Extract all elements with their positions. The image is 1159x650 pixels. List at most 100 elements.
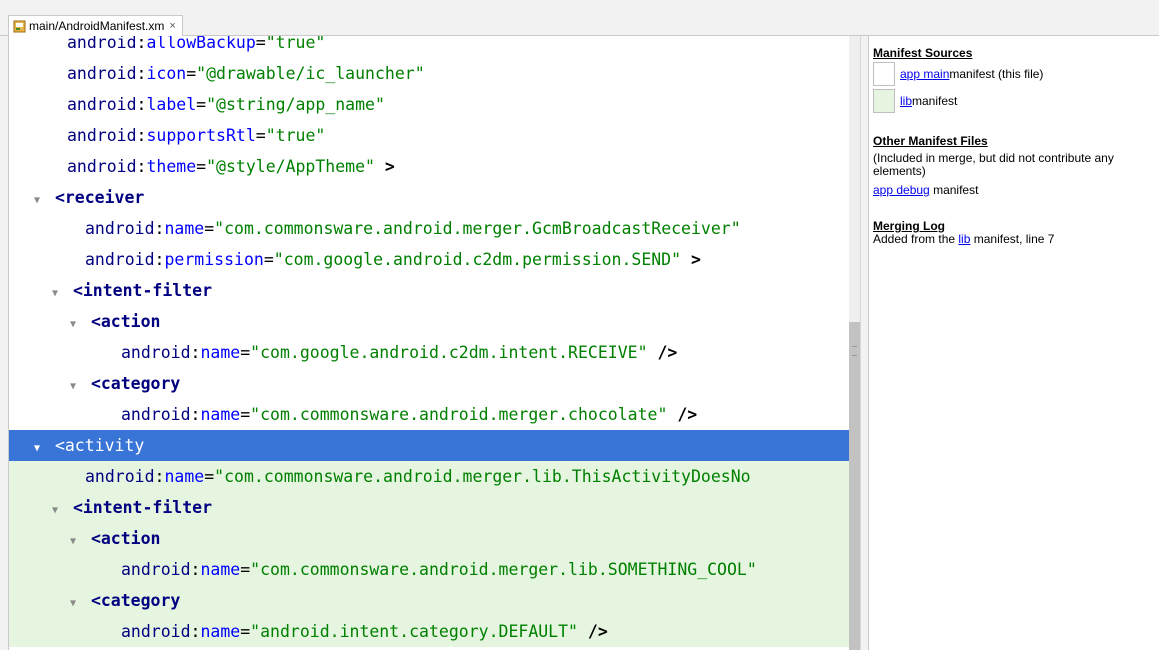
debug-manifest-row: app debug manifest (873, 184, 1159, 197)
token-tag: <action (90, 529, 161, 548)
token-eq: = (204, 467, 215, 486)
code-line[interactable]: android:name="com.commonsware.android.me… (9, 213, 849, 244)
main-color-swatch (873, 62, 895, 86)
code-line[interactable]: ▼ <receiver (9, 182, 849, 213)
tab-label: main/AndroidManifest.xm (29, 19, 165, 33)
code-line[interactable]: android:name="com.commonsware.android.me… (9, 554, 849, 585)
log-lib-link[interactable]: lib (958, 232, 970, 246)
token-punct: : (190, 405, 201, 424)
panel-splitter[interactable] (860, 36, 869, 650)
token-punct: : (190, 560, 201, 579)
other-manifest-description: (Included in merge, but did not contribu… (873, 151, 1114, 178)
code-line[interactable]: ▼ <intent-filter (9, 492, 849, 523)
code-line[interactable]: android:permission="com.google.android.c… (9, 244, 849, 275)
code-line[interactable]: android:icon="@drawable/ic_launcher" (9, 58, 849, 89)
log-prefix: Added from the (873, 232, 959, 246)
token-attr: label (146, 95, 197, 114)
code-line[interactable]: ▼ <category (9, 585, 849, 616)
token-ns: android (121, 622, 191, 641)
lib-source-suffix: manifest (912, 94, 958, 108)
token-attr: name (164, 219, 205, 238)
token-val: "com.commonsware.android.merger.lib.This… (214, 467, 751, 486)
window-top-strip (0, 0, 1159, 10)
token-tag: <activity (54, 436, 145, 455)
token-eq: = (240, 405, 251, 424)
token-tag: <action (90, 312, 161, 331)
code-line[interactable]: android:supportsRtl="true" (9, 120, 849, 151)
token-val: "true" (265, 126, 326, 145)
token-punct: : (190, 343, 201, 362)
token-ns: android (121, 343, 191, 362)
code-line[interactable]: ▼ <action (9, 306, 849, 337)
token-eq: = (240, 622, 251, 641)
lib-source-row: lib manifest (873, 89, 957, 113)
fold-arrow-icon[interactable]: ▼ (47, 495, 63, 523)
fold-arrow-icon[interactable]: ▼ (29, 185, 45, 213)
app-main-link[interactable]: app main (900, 67, 949, 81)
code-line[interactable]: android:name="android.intent.category.DE… (9, 616, 849, 647)
token-eq: = (255, 36, 266, 52)
token-eq: = (204, 219, 215, 238)
code-line[interactable]: android:allowBackup="true" (9, 36, 849, 58)
token-punct: : (136, 64, 147, 83)
code-line[interactable]: android:name="com.google.android.c2dm.in… (9, 337, 849, 368)
code-line[interactable]: android:theme="@style/AppTheme" > (9, 151, 849, 182)
token-ns: android (121, 405, 191, 424)
token-attr: name (200, 622, 241, 641)
token-val: "com.commonsware.android.merger.chocolat… (250, 405, 668, 424)
token-ns: android (67, 157, 137, 176)
token-eq: = (196, 157, 207, 176)
code-line[interactable]: ▼ <category (9, 368, 849, 399)
merging-log-entry: Added from the lib manifest, line 7 (873, 233, 1159, 246)
token-tag: <intent-filter (72, 498, 213, 517)
token-brk: > (681, 250, 701, 269)
token-val: "true" (265, 36, 326, 52)
code-line[interactable]: android:name="com.commonsware.android.me… (9, 399, 849, 430)
token-brk: /> (667, 405, 698, 424)
app-debug-link[interactable]: app debug (873, 183, 930, 197)
merging-log-heading: Merging Log (873, 219, 945, 233)
token-brk: /> (647, 343, 678, 362)
debug-manifest-suffix: manifest (929, 183, 979, 197)
token-punct: : (136, 126, 147, 145)
token-ns: android (85, 250, 155, 269)
token-brk: > (374, 157, 395, 176)
lib-link[interactable]: lib (900, 94, 912, 108)
tab-android-manifest[interactable]: main/AndroidManifest.xm × (8, 15, 183, 36)
token-eq: = (255, 126, 266, 145)
token-punct: : (190, 622, 201, 641)
token-eq: = (196, 95, 207, 114)
merged-manifest-editor[interactable]: android:allowBackup="true" android:icon="… (8, 36, 849, 650)
token-tag: <receiver (54, 188, 145, 207)
fold-arrow-icon[interactable]: ▼ (65, 309, 81, 337)
log-suffix: manifest, line 7 (970, 232, 1055, 246)
token-val: "android.intent.category.DEFAULT" (250, 622, 578, 641)
token-punct: : (136, 36, 147, 52)
fold-arrow-icon[interactable]: ▼ (65, 588, 81, 616)
token-eq: = (240, 343, 251, 362)
token-val: "com.commonsware.android.merger.lib.SOME… (250, 560, 757, 579)
code-line[interactable]: ▼ <intent-filter (9, 275, 849, 306)
token-punct: : (154, 250, 165, 269)
code-line[interactable]: android:name="com.commonsware.android.me… (9, 461, 849, 492)
token-attr: name (200, 560, 241, 579)
token-brk: /> (578, 622, 608, 641)
token-val: "@drawable/ic_launcher" (196, 64, 425, 83)
token-eq: = (263, 250, 274, 269)
code-line-selected[interactable]: ▼ <activity (9, 430, 849, 461)
token-eq: = (186, 64, 197, 83)
code-line[interactable]: android:label="@string/app_name" (9, 89, 849, 120)
token-punct: : (154, 219, 165, 238)
fold-arrow-icon[interactable]: ▼ (47, 278, 63, 306)
token-attr: name (164, 467, 205, 486)
token-attr: icon (146, 64, 187, 83)
tab-close-icon[interactable]: × (169, 20, 175, 32)
token-ns: android (85, 219, 155, 238)
token-ns: android (67, 64, 137, 83)
editor-scrollbar-thumb[interactable] (849, 322, 860, 650)
fold-arrow-icon[interactable]: ▼ (65, 371, 81, 399)
fold-arrow-icon[interactable]: ▼ (29, 433, 45, 461)
fold-arrow-icon[interactable]: ▼ (65, 526, 81, 554)
code-line[interactable]: ▼ <action (9, 523, 849, 554)
token-tag: <intent-filter (72, 281, 213, 300)
